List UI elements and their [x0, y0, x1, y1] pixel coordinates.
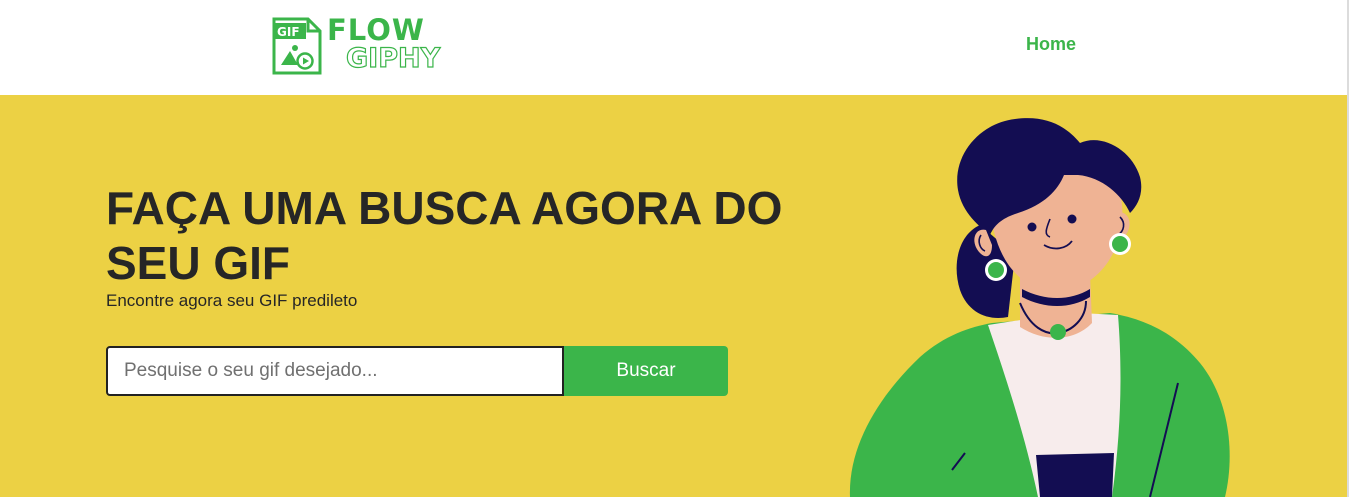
flow-giphy-logo[interactable]: GIF FLOW GIPHY [272, 13, 452, 75]
gif-icon-label: GIF [277, 25, 300, 39]
top-header: GIF FLOW GIPHY Home [0, 0, 1349, 95]
search-form: Buscar [106, 346, 728, 396]
gif-file-icon: GIF [272, 17, 322, 75]
hero-subtitle: Encontre agora seu GIF predileto [106, 291, 358, 310]
logo-text-flow: FLOW [327, 13, 425, 47]
woman-illustration [849, 118, 1230, 497]
logo-text-giphy: GIPHY [345, 42, 441, 74]
nav-home-link[interactable]: Home [1026, 34, 1076, 55]
search-button[interactable]: Buscar [564, 346, 728, 396]
hero-title: FAÇA UMA BUSCA AGORA DO SEU GIF [106, 182, 783, 289]
hero-section: FAÇA UMA BUSCA AGORA DO SEU GIF Encontre… [0, 95, 1349, 497]
search-input[interactable] [106, 346, 564, 396]
